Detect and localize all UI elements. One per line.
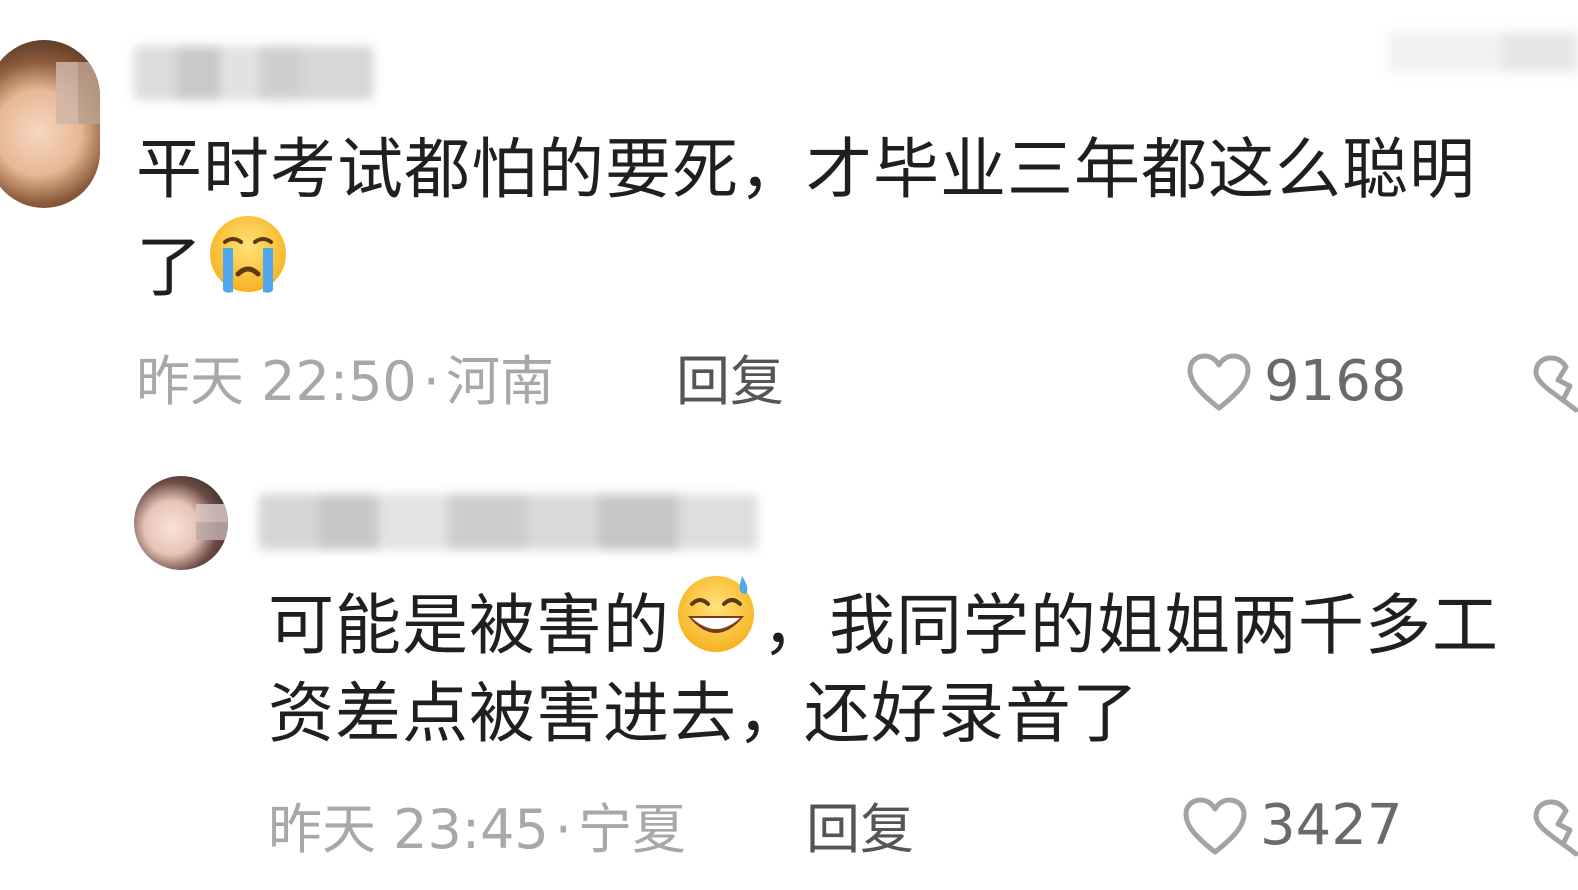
broken-heart-icon <box>1533 355 1578 413</box>
comment-location: 宁夏 <box>577 798 686 861</box>
comment-text-fragment: 可能是被害的 <box>268 587 670 665</box>
comment-location: 河南 <box>445 350 554 413</box>
dislike-button[interactable] <box>1530 798 1578 862</box>
like-button[interactable]: 3427 <box>1182 794 1403 858</box>
grinning-sweat-face-icon <box>670 570 762 678</box>
comment-text-fragment: ，我同学的姐姐两千多工 <box>762 587 1499 665</box>
heart-outline-icon <box>1183 797 1247 855</box>
avatar-mosaic <box>56 62 100 124</box>
comment-time: 昨天 23:45 <box>268 798 549 861</box>
comment-text-fragment: 了 <box>136 229 203 307</box>
avatar-mosaic <box>196 504 228 540</box>
like-button[interactable]: 9168 <box>1186 350 1407 414</box>
comment-text-line: 了 <box>136 216 293 326</box>
reply-button[interactable]: 回复 <box>806 798 914 862</box>
comment-thread: 平时考试都怕的要死，才毕业三年都这么聪明 了 昨天 22:50·河南 回复 <box>0 0 1578 890</box>
meta-separator: · <box>422 350 440 413</box>
heart-outline-icon <box>1187 353 1251 411</box>
blurred-username[interactable] <box>134 46 374 100</box>
comment-time: 昨天 22:50 <box>136 350 417 413</box>
like-count: 3427 <box>1260 793 1403 858</box>
comment-meta: 昨天 22:50 · 河南 <box>136 350 554 414</box>
meta-separator: · <box>554 798 572 861</box>
broken-heart-icon <box>1533 799 1578 857</box>
commenter-avatar[interactable] <box>134 476 228 570</box>
like-count: 9168 <box>1264 349 1407 414</box>
comment-text-line: 资差点被害进去，还好录音了 <box>268 675 1139 752</box>
commenter-avatar[interactable] <box>0 40 100 208</box>
blurred-username[interactable] <box>258 494 758 550</box>
comment-meta: 昨天 23:45 · 宁夏 <box>268 798 686 862</box>
reply-button[interactable]: 回复 <box>676 350 784 414</box>
blurred-header-right <box>1388 32 1578 72</box>
dislike-button[interactable] <box>1530 354 1578 418</box>
comment-text-line: 平时考试都怕的要死，才毕业三年都这么聪明 <box>136 131 1476 208</box>
crying-face-icon <box>203 212 293 320</box>
